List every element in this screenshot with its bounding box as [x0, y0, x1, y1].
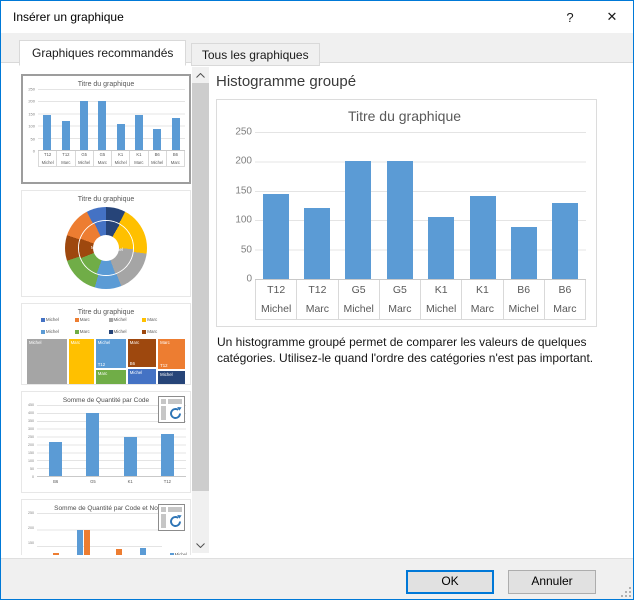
- treemap-legend: MichelMarcMichelMarcMichelMarcMichelMarc: [26, 317, 186, 336]
- mini-x-axis: B6G5K1T12: [37, 477, 186, 485]
- refresh-arrow-icon: [168, 406, 183, 421]
- thumbnail-chart-title: Titre du graphique: [26, 307, 186, 317]
- mini-x-axis: T12MichelT12MarcG5MichelG5MarcK1MichelK1…: [38, 151, 185, 167]
- insert-chart-dialog: Insérer un graphique ? ✕ Graphiques reco…: [0, 0, 634, 600]
- dialog-title: Insérer un graphique: [13, 10, 124, 24]
- thumbnail-chart-title: Titre du graphique: [26, 194, 186, 204]
- cancel-button[interactable]: Annuler: [508, 570, 596, 594]
- scrollbar-down-icon[interactable]: [192, 537, 209, 553]
- tab-strip: Graphiques recommandés Tous les graphiqu…: [1, 33, 633, 63]
- resize-grip-icon[interactable]: [621, 587, 631, 597]
- dialog-footer: OK Annuler: [1, 558, 633, 599]
- thumbnail-scrollbar[interactable]: [192, 67, 209, 553]
- thumbnail-pivot-clustered[interactable]: Somme de Quantité par Code et No 2502001…: [21, 499, 191, 555]
- mini-y-axis: 250200150100500: [26, 513, 37, 555]
- doughnut-label: Marc: [91, 245, 101, 250]
- close-icon[interactable]: ✕: [591, 1, 633, 33]
- mini-y-axis: 450400350300250200150100500: [26, 405, 37, 477]
- y-axis-labels: 250200150100500: [223, 132, 255, 279]
- thumbnail-pivot-column[interactable]: Somme de Quantité par Code 4504003503002…: [21, 391, 191, 493]
- doughnut-label: Michel: [110, 247, 123, 252]
- scrollbar-up-icon[interactable]: [192, 67, 209, 83]
- title-bar: Insérer un graphique ? ✕: [1, 1, 633, 33]
- mini-plot-area: [37, 513, 162, 555]
- thumbnail-treemap[interactable]: Titre du graphique MichelMarcMichelMarcM…: [21, 303, 191, 385]
- chart-description: Un histogramme groupé permet de comparer…: [217, 335, 619, 367]
- scrollbar-thumb[interactable]: [192, 83, 209, 491]
- tab-all-charts[interactable]: Tous les graphiques: [191, 43, 320, 66]
- doughnut-chart: Michel Marc: [26, 204, 186, 292]
- ok-button[interactable]: OK: [406, 570, 494, 594]
- help-icon[interactable]: ?: [549, 1, 591, 33]
- doughnut-outer-ring: Michel Marc: [65, 207, 147, 289]
- doughnut-inner-ring: [79, 221, 133, 275]
- pivotchart-icon: [158, 396, 185, 423]
- mini-plot-area: [38, 89, 185, 151]
- series-legend: MichelMarc: [170, 552, 187, 555]
- tab-recommended-charts[interactable]: Graphiques recommandés: [19, 40, 186, 66]
- pivotchart-icon: [158, 504, 185, 531]
- selected-chart-heading: Histogramme groupé: [216, 73, 356, 90]
- mini-y-axis: 250200150100500: [27, 89, 38, 151]
- titlebar-buttons: ? ✕: [549, 1, 633, 33]
- chart-thumbnail-list: Titre du graphique 250200150100500 T12Mi…: [21, 74, 191, 555]
- chart-title: Titre du graphique: [223, 104, 586, 132]
- thumbnail-clustered-column[interactable]: Titre du graphique 250200150100500 T12Mi…: [21, 74, 191, 184]
- x-axis-labels: T12MichelT12MarcG5MichelG5MarcK1MichelK1…: [255, 280, 586, 320]
- plot-area: [255, 132, 586, 280]
- refresh-arrow-icon: [168, 514, 183, 529]
- thumbnail-doughnut[interactable]: Titre du graphique Michel Marc: [21, 190, 191, 297]
- thumbnail-chart-title: Titre du graphique: [27, 79, 185, 89]
- chart-preview: Titre du graphique 250200150100500 T12Mi…: [216, 99, 597, 327]
- treemap-chart: MichelG5MarcG5MichelT12MarcK1MarcB6Miche…: [26, 338, 186, 386]
- recommended-charts-page: Titre du graphique 250200150100500 T12Mi…: [1, 63, 633, 558]
- mini-chart: 250200150100500 T12MichelT12MarcG5Michel…: [27, 89, 185, 167]
